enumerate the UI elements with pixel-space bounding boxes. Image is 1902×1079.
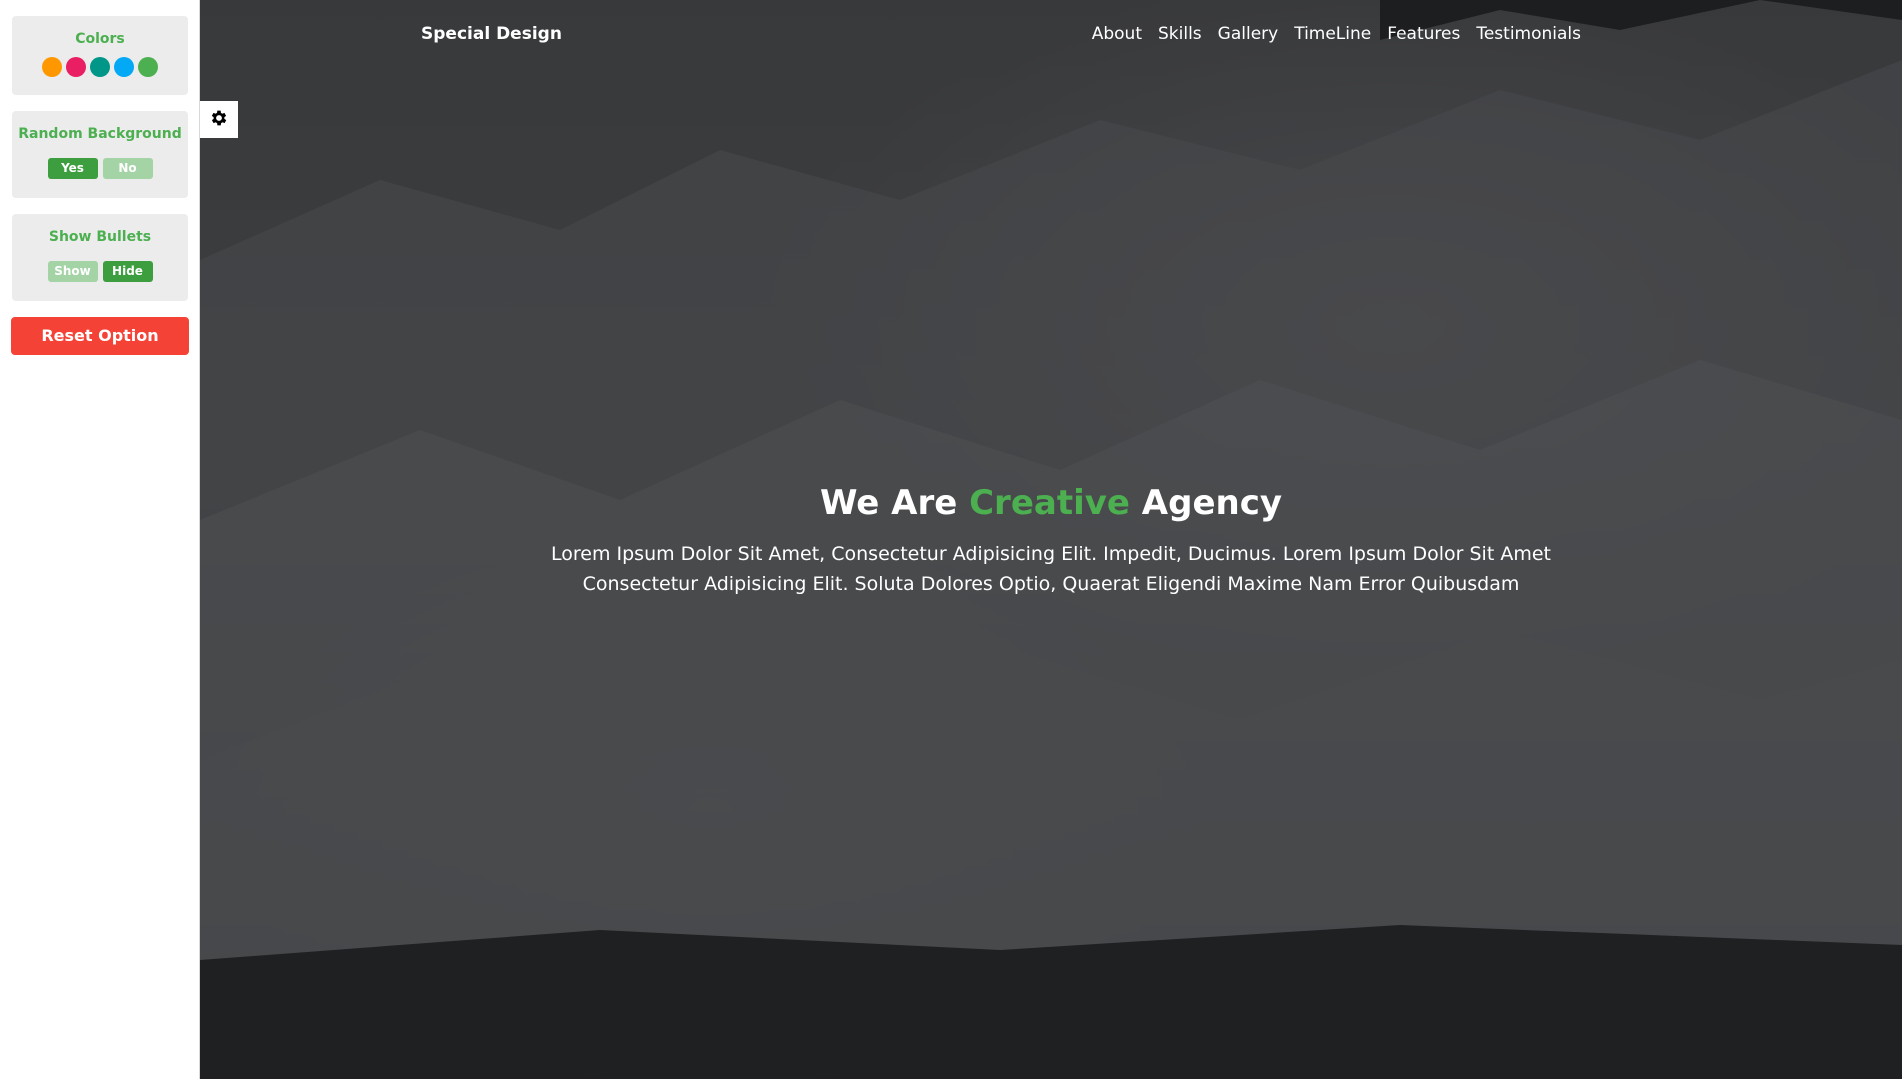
hero-title-end: Agency — [1129, 483, 1283, 523]
show-bullets-option: Show Bullets Show Hide — [12, 214, 188, 301]
random-background-title: Random Background — [18, 126, 182, 142]
colors-title: Colors — [75, 31, 125, 47]
reset-option-button[interactable]: Reset Option — [11, 317, 189, 355]
header: Special Design About Skills Gallery Time… — [200, 0, 1902, 70]
intro-text-block: We Are Creative Agency Lorem Ipsum Dolor… — [200, 483, 1902, 599]
nav-link-timeline[interactable]: TimeLine — [1294, 24, 1371, 44]
gear-icon — [209, 108, 229, 132]
nav-link-testimonials[interactable]: Testimonials — [1476, 24, 1581, 44]
hero-description: Lorem Ipsum Dolor Sit Amet, Consectetur … — [551, 543, 1551, 595]
colors-option: Colors — [12, 16, 188, 95]
color-list — [12, 57, 188, 77]
color-swatch-orange[interactable] — [42, 57, 62, 77]
color-swatch-teal[interactable] — [90, 57, 110, 77]
show-bullets-title: Show Bullets — [48, 229, 152, 245]
random-background-no-button[interactable]: No — [102, 158, 153, 179]
show-bullets-hide-button[interactable]: Hide — [102, 261, 153, 282]
hero-title-start: We Are — [819, 483, 970, 523]
color-swatch-pink[interactable] — [66, 57, 86, 77]
settings-toggle-button[interactable] — [200, 101, 238, 138]
hero-title-accent: Creative — [969, 483, 1130, 523]
nav-link-skills[interactable]: Skills — [1158, 24, 1202, 44]
nav-link-features[interactable]: Features — [1387, 24, 1460, 44]
color-swatch-green[interactable] — [138, 57, 158, 77]
color-swatch-blue[interactable] — [114, 57, 134, 77]
main-nav: About Skills Gallery TimeLine Features T… — [1092, 24, 1581, 44]
nav-link-gallery[interactable]: Gallery — [1218, 24, 1279, 44]
settings-panel: Colors Random Background Yes No Show Bul… — [0, 0, 200, 1079]
hero-title: We Are Creative Agency — [200, 483, 1902, 523]
nav-link-about[interactable]: About — [1092, 24, 1142, 44]
site-logo[interactable]: Special Design — [421, 24, 562, 44]
random-background-option: Random Background Yes No — [12, 111, 188, 198]
show-bullets-show-button[interactable]: Show — [47, 261, 98, 282]
random-background-yes-button[interactable]: Yes — [47, 158, 98, 179]
landing-section: Special Design About Skills Gallery Time… — [200, 0, 1902, 1079]
